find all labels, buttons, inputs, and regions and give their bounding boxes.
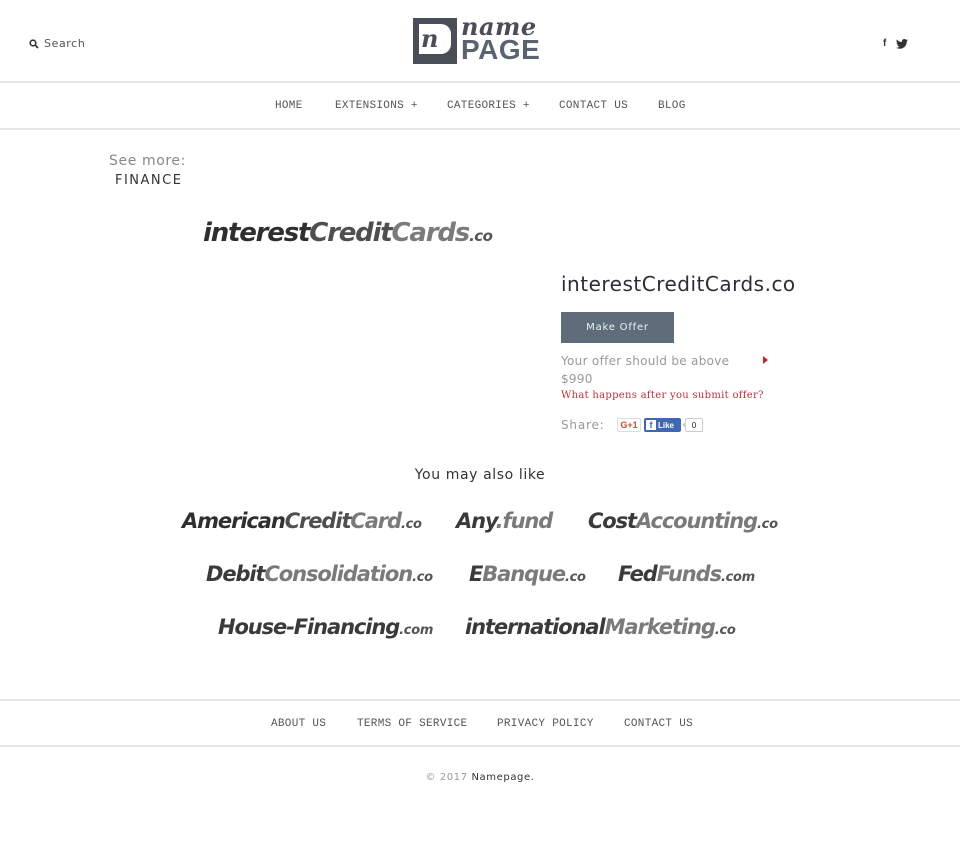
- social-links: f: [883, 38, 909, 49]
- footer-nav: ABOUT US TERMS OF SERVICE PRIVACY POLICY…: [0, 699, 960, 747]
- related-domain[interactable]: Any.fund: [456, 509, 553, 533]
- related-domain[interactable]: internationalMarketing.co: [465, 615, 736, 639]
- facebook-icon: f: [646, 420, 656, 430]
- domain-logo: interestCreditCards.co: [203, 218, 493, 248]
- offer-hint: Your offer should be above $990: [561, 354, 730, 386]
- nav-home[interactable]: HOME: [275, 100, 303, 112]
- search-label: Search: [44, 37, 86, 50]
- logo-page-text: PAGE: [461, 34, 541, 65]
- footer-terms[interactable]: TERMS OF SERVICE: [357, 718, 467, 730]
- site-logo[interactable]: n name PAGE: [413, 12, 549, 65]
- category-link[interactable]: FINANCE: [115, 173, 182, 188]
- google-plus-button[interactable]: G+1: [617, 418, 641, 432]
- footer-contact-us[interactable]: CONTACT US: [624, 718, 693, 730]
- see-more-label: See more:: [109, 153, 186, 169]
- twitter-icon[interactable]: [896, 38, 909, 49]
- nav-categories[interactable]: CATEGORIES +: [447, 100, 530, 112]
- related-domain[interactable]: DebitConsolidation.co: [206, 562, 433, 586]
- nav-blog[interactable]: BLOG: [658, 100, 686, 112]
- share-label: Share:: [561, 418, 605, 432]
- related-domain[interactable]: EBanque.co: [469, 562, 586, 586]
- search-icon: [29, 38, 39, 49]
- footer-privacy[interactable]: PRIVACY POLICY: [497, 718, 594, 730]
- related-domain[interactable]: AmericanCreditCard.co: [182, 509, 422, 533]
- brand-link[interactable]: Namepage.: [471, 772, 534, 783]
- caret-right-icon[interactable]: [763, 356, 768, 364]
- nav-contact-us[interactable]: CONTACT US: [559, 100, 628, 112]
- also-like-heading: You may also like: [414, 467, 546, 483]
- facebook-icon[interactable]: f: [883, 38, 886, 49]
- like-count: 0: [682, 418, 703, 432]
- site-header: Search n name PAGE f: [0, 0, 960, 83]
- related-domain[interactable]: CostAccounting.co: [588, 509, 778, 533]
- make-offer-button[interactable]: Make Offer: [561, 312, 674, 343]
- related-domain[interactable]: FedFunds.com: [618, 562, 755, 586]
- domain-title: interestCreditCards.co: [561, 272, 796, 296]
- like-label: Like: [658, 420, 675, 430]
- related-domain[interactable]: House-Financing.com: [218, 615, 433, 639]
- facebook-like-button[interactable]: f Like: [644, 418, 681, 432]
- logo-mark: n: [413, 18, 457, 64]
- offer-info-link[interactable]: What happens after you submit offer?: [561, 390, 764, 401]
- copyright: © 2017 Namepage.: [425, 772, 535, 783]
- nav-extensions[interactable]: EXTENSIONS +: [335, 100, 418, 112]
- main-nav: HOME EXTENSIONS + CATEGORIES + CONTACT U…: [0, 83, 960, 130]
- search-trigger[interactable]: Search: [29, 37, 85, 50]
- footer-about-us[interactable]: ABOUT US: [271, 718, 326, 730]
